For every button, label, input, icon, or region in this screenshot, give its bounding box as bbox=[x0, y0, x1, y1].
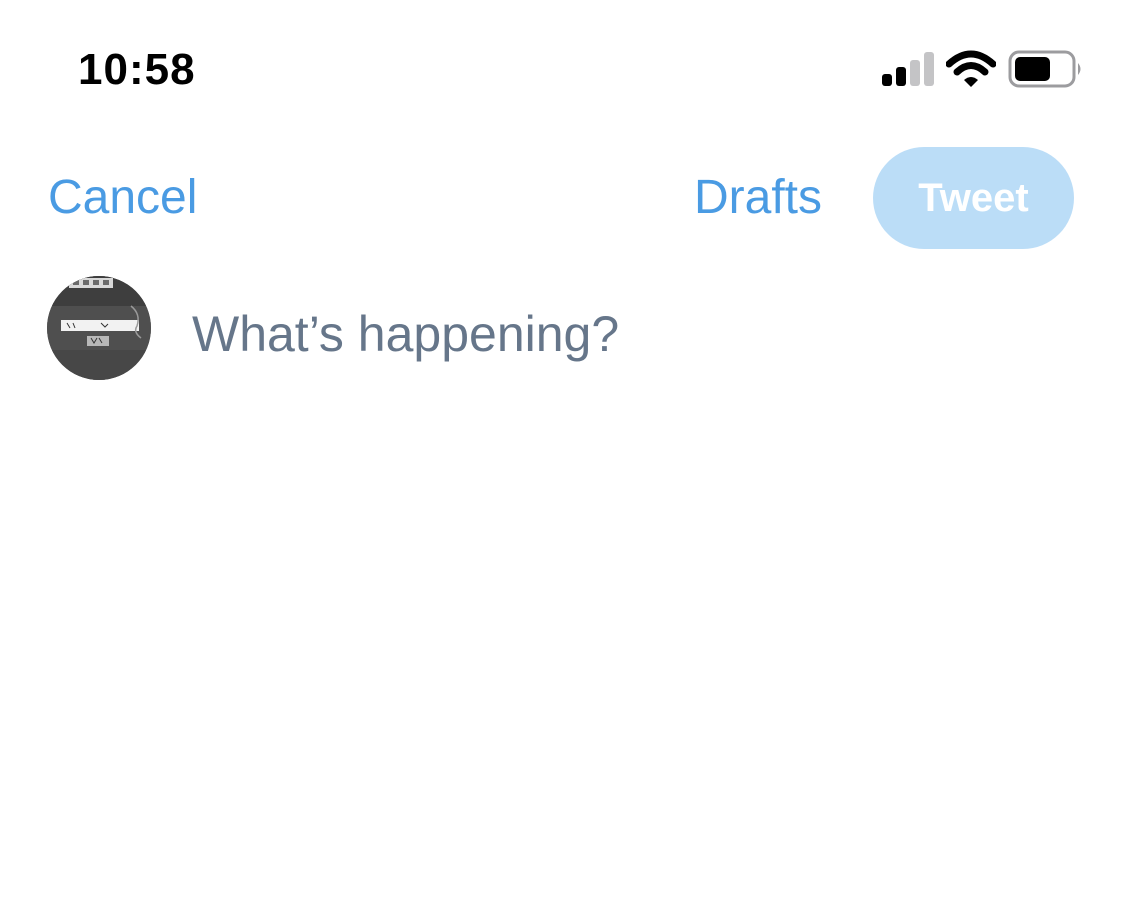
avatar-photo bbox=[47, 276, 151, 380]
tweet-button[interactable]: Tweet bbox=[873, 147, 1074, 249]
compose-header: Cancel Drafts Tweet bbox=[0, 140, 1124, 256]
battery-icon bbox=[1008, 50, 1081, 88]
status-bar: 10:58 bbox=[0, 0, 1124, 130]
compose-input[interactable] bbox=[190, 298, 1072, 370]
status-time: 10:58 bbox=[78, 45, 196, 94]
signal-icon bbox=[882, 52, 934, 86]
avatar[interactable] bbox=[47, 276, 151, 380]
drafts-button[interactable]: Drafts bbox=[694, 170, 822, 226]
cancel-button[interactable]: Cancel bbox=[48, 170, 197, 226]
wifi-icon bbox=[946, 50, 996, 87]
